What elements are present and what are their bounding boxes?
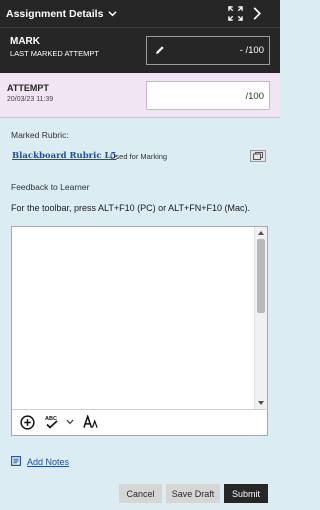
chevron-right-icon[interactable] — [251, 6, 263, 21]
notes-icon — [11, 456, 21, 466]
attempt-section: ATTEMPT 20/03/23 11:39 /100 — [0, 73, 280, 117]
editor-scrollbar[interactable] — [254, 227, 267, 409]
chevron-down-icon[interactable] — [66, 419, 74, 425]
editor-toolbar: ABC — [12, 409, 267, 435]
panel-title: Assignment Details — [6, 7, 104, 20]
panel-header: Assignment Details — [0, 0, 280, 27]
cancel-button[interactable]: Cancel — [119, 484, 162, 503]
rubric-link[interactable]: Blackboard Rubric L5 — [12, 151, 116, 161]
mark-value: - /100 — [239, 45, 264, 56]
feedback-label: Feedback to Learner — [11, 182, 90, 192]
mark-section: MARK LAST MARKED ATTEMPT - /100 — [0, 27, 280, 73]
rubric-view-icon — [253, 152, 263, 160]
save-draft-button[interactable]: Save Draft — [166, 484, 220, 503]
assignment-details-toggle[interactable]: Assignment Details — [6, 0, 118, 27]
feedback-editor: ABC — [11, 226, 268, 436]
mark-input[interactable]: - /100 — [146, 36, 270, 65]
expand-icon[interactable] — [228, 6, 243, 21]
toolbar-hint: For the toolbar, press ALT+F10 (PC) or A… — [11, 203, 251, 213]
spellcheck-icon[interactable]: ABC — [44, 414, 60, 430]
submit-button[interactable]: Submit — [224, 484, 268, 503]
attempt-grade-value: /100 — [245, 91, 265, 102]
add-notes-link[interactable]: Add Notes — [27, 457, 69, 467]
mark-subtitle: LAST MARKED ATTEMPT — [10, 49, 99, 58]
attempt-date: 20/03/23 11:39 — [7, 96, 54, 103]
svg-text:ABC: ABC — [45, 416, 57, 422]
rubric-label: Marked Rubric: — [11, 130, 69, 140]
scroll-up-arrow[interactable] — [258, 231, 264, 235]
rubric-status: Used for Marking — [110, 152, 168, 161]
section-divider — [0, 117, 280, 118]
chevron-down-icon — [108, 11, 118, 17]
format-text-icon[interactable] — [83, 415, 98, 429]
attempt-grade-input[interactable]: /100 — [146, 81, 270, 110]
scroll-down-arrow[interactable] — [258, 401, 264, 405]
add-content-icon[interactable] — [20, 415, 35, 430]
scroll-thumb[interactable] — [257, 239, 265, 313]
pencil-icon — [156, 46, 164, 54]
attempt-title: ATTEMPT — [7, 83, 49, 93]
rubric-view-button[interactable] — [250, 150, 266, 162]
mark-title: MARK — [10, 36, 40, 47]
feedback-text-area[interactable] — [12, 227, 254, 409]
